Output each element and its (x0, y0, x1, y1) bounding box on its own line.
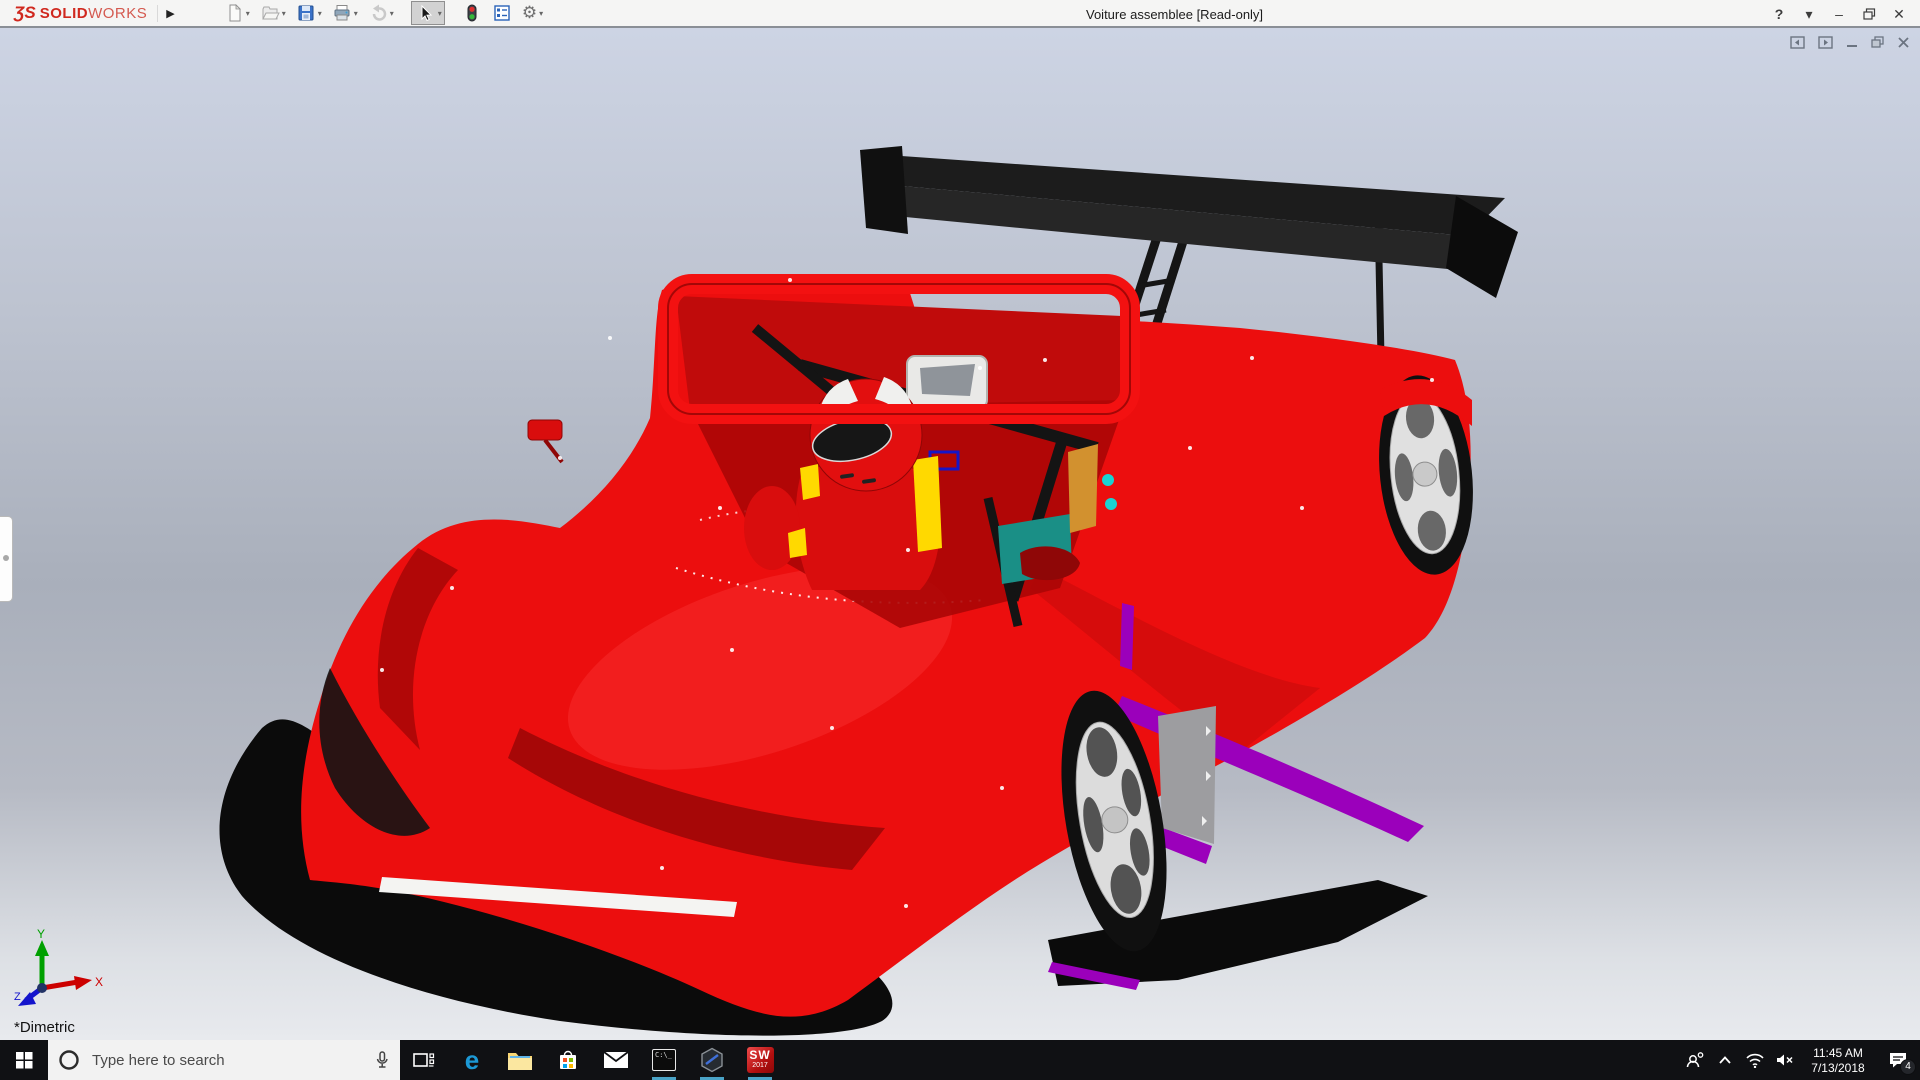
open-button[interactable]: ▾ (257, 1, 289, 25)
document-title: Voiture assemblee [Read-only] (1086, 7, 1263, 22)
cyan-knob (1102, 474, 1114, 486)
task-view-button[interactable] (400, 1040, 448, 1080)
task-view-icon (413, 1050, 435, 1070)
microsoft-store-button[interactable] (544, 1040, 592, 1080)
select-cursor-icon (414, 3, 436, 23)
help-dropdown-icon[interactable]: ▾ (1796, 2, 1822, 26)
print-icon (332, 3, 352, 23)
clock-time: 11:45 AM (1800, 1046, 1876, 1061)
pane-tab-handle-dot (3, 555, 9, 561)
print-dropdown[interactable]: ▾ (354, 9, 358, 18)
composer-button[interactable] (688, 1040, 736, 1080)
start-button[interactable] (0, 1040, 48, 1080)
store-icon (557, 1048, 579, 1072)
open-dropdown[interactable]: ▾ (282, 9, 286, 18)
restore-button[interactable] (1856, 2, 1882, 26)
orange-panel (1068, 444, 1098, 533)
people-icon (1685, 1051, 1705, 1069)
brand-text-light: WORKS (88, 5, 147, 22)
title-bar: ƷS SOLID WORKS ▶ ▾ ▾ (0, 0, 1920, 28)
select-dropdown[interactable]: ▾ (438, 9, 442, 18)
windows-taskbar: Type here to search e (0, 1040, 1920, 1080)
chevron-up-icon (1718, 1055, 1732, 1065)
window-controls: ? ▾ – ✕ (1766, 0, 1912, 28)
mail-icon (603, 1050, 629, 1070)
system-tray: 11:45 AM 7/13/2018 4 (1680, 1040, 1920, 1080)
new-document-button[interactable]: ▾ (221, 1, 253, 25)
triad-z-label: Z (14, 991, 21, 1003)
new-dropdown[interactable]: ▾ (246, 9, 250, 18)
graphics-viewport[interactable]: Y X Z *Dimetric (0, 28, 1920, 1040)
mail-button[interactable] (592, 1040, 640, 1080)
restore-icon (1863, 8, 1876, 20)
pane-collapse-left-icon[interactable] (1790, 36, 1806, 49)
undo-button[interactable]: ▾ (365, 1, 397, 25)
undo-icon (368, 3, 388, 23)
print-button[interactable]: ▾ (329, 1, 361, 25)
settings-dropdown[interactable]: ▾ (539, 9, 543, 18)
edge-icon: e (465, 1047, 479, 1073)
hexagon-app-icon (699, 1047, 725, 1073)
orientation-triad: Y X Z (12, 928, 108, 1012)
menu-flyout-arrow-icon[interactable]: ▶ (157, 5, 182, 22)
brand-glyph-icon: ƷS (14, 3, 36, 23)
search-placeholder-text: Type here to search (92, 1052, 374, 1069)
clock[interactable]: 11:45 AM 7/13/2018 (1800, 1045, 1876, 1076)
settings-button[interactable]: ⚙ ▾ (519, 2, 546, 24)
taskbar-search-input[interactable]: Type here to search (48, 1040, 400, 1080)
gear-icon: ⚙ (522, 4, 537, 22)
triad-y-label: Y (37, 928, 45, 941)
view-orientation-label: *Dimetric (14, 1019, 75, 1036)
close-button[interactable]: ✕ (1886, 2, 1912, 26)
save-floppy-icon (296, 3, 316, 23)
file-explorer-button[interactable] (496, 1040, 544, 1080)
solidworks-window: ƷS SOLID WORKS ▶ ▾ ▾ (0, 0, 1920, 1080)
save-button[interactable]: ▾ (293, 1, 325, 25)
cortana-icon (58, 1049, 80, 1071)
tray-overflow-button[interactable] (1710, 1055, 1740, 1065)
command-prompt-button[interactable]: C:\_ (640, 1040, 688, 1080)
network-button[interactable] (1740, 1052, 1770, 1068)
select-tool-button[interactable]: ▾ (411, 1, 445, 25)
solidworks-taskbar-button[interactable]: SW 2017 (736, 1040, 784, 1080)
document-close-icon[interactable] (1897, 36, 1910, 49)
side-mirror (528, 420, 562, 462)
command-prompt-icon: C:\_ (652, 1049, 676, 1071)
race-car-model[interactable] (0, 28, 1920, 1040)
minimize-button[interactable]: – (1826, 2, 1852, 26)
clock-date: 7/13/2018 (1800, 1061, 1876, 1076)
solidworks-2017-icon: SW 2017 (747, 1047, 774, 1073)
solidworks-logo: ƷS SOLID WORKS (0, 3, 157, 23)
help-button[interactable]: ? (1766, 2, 1792, 26)
edge-button[interactable]: e (448, 1040, 496, 1080)
properties-list-icon (492, 3, 512, 23)
action-center-button[interactable]: 4 (1876, 1040, 1920, 1080)
windows-logo-icon (16, 1052, 33, 1069)
speaker-muted-icon (1775, 1052, 1795, 1068)
notification-badge: 4 (1900, 1059, 1916, 1075)
microphone-icon[interactable] (374, 1050, 390, 1070)
wifi-icon (1745, 1052, 1765, 1068)
rebuild-button[interactable] (459, 1, 485, 25)
brand-text-bold: SOLID (40, 5, 88, 22)
harness-strap (913, 456, 942, 552)
document-restore-icon[interactable] (1871, 36, 1885, 49)
document-window-controls (1790, 36, 1910, 49)
volume-button[interactable] (1770, 1052, 1800, 1068)
file-explorer-icon (507, 1049, 533, 1071)
people-button[interactable] (1680, 1051, 1710, 1069)
save-dropdown[interactable]: ▾ (318, 9, 322, 18)
undo-dropdown[interactable]: ▾ (390, 9, 394, 18)
open-folder-icon (260, 3, 280, 23)
document-minimize-icon[interactable] (1846, 36, 1859, 49)
standard-toolbar: ▾ ▾ ▾ (221, 0, 550, 26)
options-list-button[interactable] (489, 1, 515, 25)
new-document-icon (224, 3, 244, 23)
triad-x-label: X (95, 975, 103, 989)
feature-pane-collapsed-tab[interactable] (0, 516, 13, 602)
rearview-mirror (907, 356, 987, 408)
pane-expand-right-icon[interactable] (1818, 36, 1834, 49)
traffic-light-rebuild-icon (462, 3, 482, 23)
